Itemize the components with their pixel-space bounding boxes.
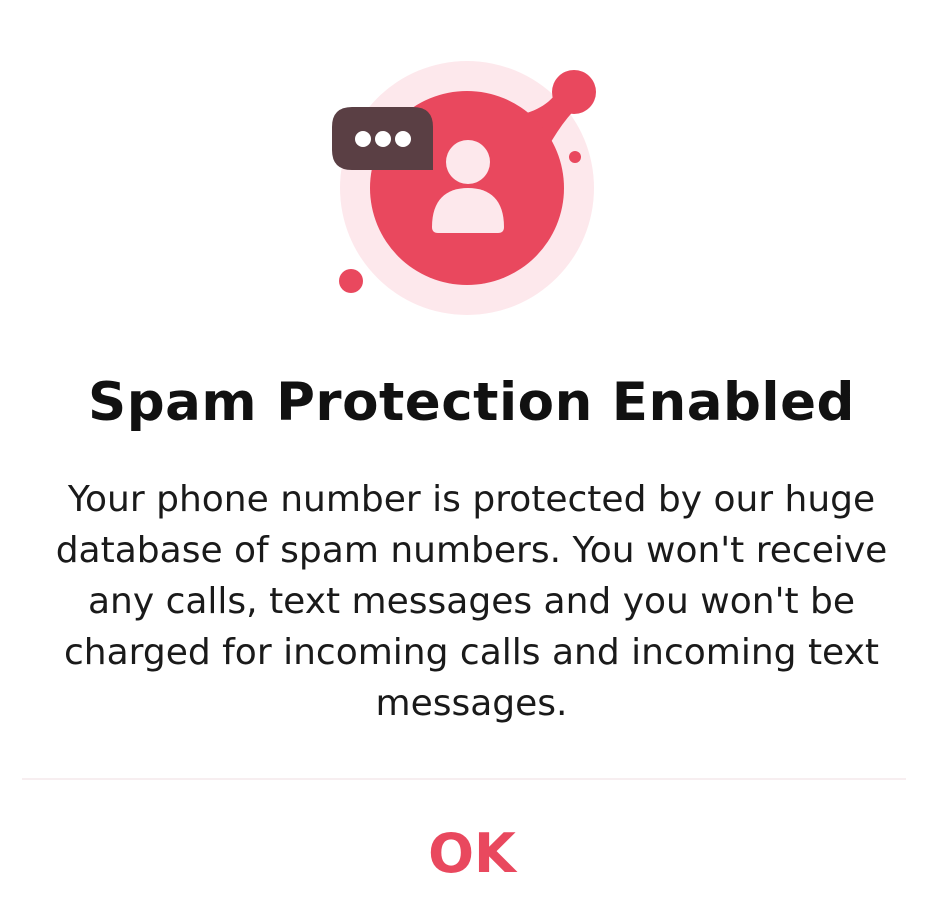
- bottom-left-dot: [339, 269, 363, 293]
- small-dot: [569, 151, 581, 163]
- spam-protection-dialog: Spam Protection Enabled Your phone numbe…: [0, 0, 943, 909]
- spam-protection-illustration: [332, 61, 596, 315]
- dialog-message: Your phone number is protected by our hu…: [55, 479, 888, 724]
- divider: [22, 778, 906, 780]
- chat-bubble-icon: [332, 107, 433, 170]
- top-right-dot: [552, 70, 596, 114]
- ok-button[interactable]: OK: [372, 808, 572, 898]
- dialog-title: Spam Protection Enabled: [88, 372, 855, 433]
